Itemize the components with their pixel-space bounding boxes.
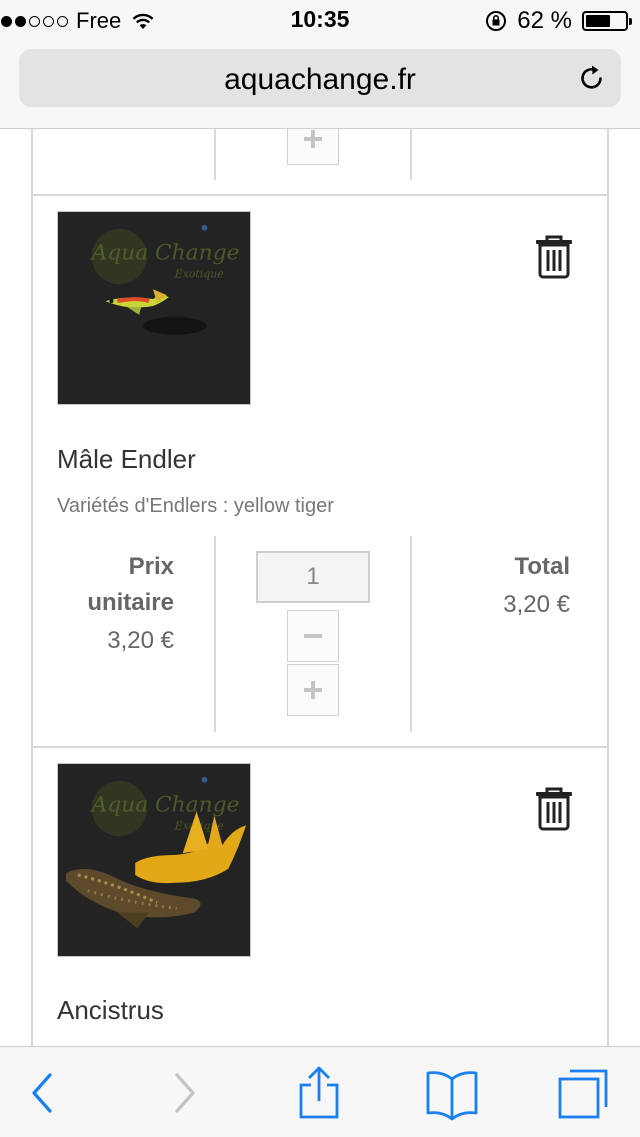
- back-icon: [32, 1073, 52, 1113]
- back-button[interactable]: [15, 1065, 71, 1121]
- product-name[interactable]: Mâle Endler: [57, 444, 196, 475]
- ancistrus-fish-image: Aqua Change Exotique: [58, 764, 250, 956]
- svg-text:Change: Change: [155, 241, 239, 266]
- increase-quantity-button[interactable]: [287, 664, 339, 716]
- watermark-text: Aqua: [90, 241, 149, 266]
- battery-percentage: 62 %: [517, 7, 572, 34]
- column-divider: [214, 129, 216, 180]
- prev-item-increase-button[interactable]: [287, 129, 339, 165]
- browser-address-area: aquachange.fr: [0, 40, 640, 129]
- column-divider: [410, 536, 412, 732]
- status-bar: Free 10:35 62 %: [0, 0, 640, 40]
- product-image-endler[interactable]: Aqua Change Exotique: [57, 211, 251, 405]
- url-text: aquachange.fr: [224, 63, 416, 96]
- svg-text:Exotique: Exotique: [174, 267, 224, 280]
- cart-border-right: [607, 129, 609, 1046]
- column-divider: [214, 536, 216, 732]
- tabs-button[interactable]: [556, 1065, 612, 1121]
- product-image-ancistrus[interactable]: Aqua Change Exotique: [57, 763, 251, 957]
- bookmarks-button[interactable]: [424, 1065, 480, 1121]
- address-bar[interactable]: aquachange.fr: [19, 49, 621, 107]
- cart-border-left: [31, 129, 33, 1046]
- battery-icon: [582, 11, 632, 31]
- bookmarks-icon: [426, 1071, 478, 1121]
- quantity-input[interactable]: 1: [256, 551, 370, 603]
- total-label: Total: [514, 553, 570, 580]
- forward-icon: [175, 1073, 195, 1113]
- forward-button[interactable]: [156, 1065, 212, 1121]
- total-value: 3,20 €: [503, 591, 570, 618]
- tabs-icon: [558, 1069, 608, 1119]
- share-icon: [299, 1066, 339, 1119]
- row-separator: [31, 746, 609, 748]
- endler-fish-image: Aqua Change Exotique: [58, 212, 250, 404]
- column-divider: [410, 129, 412, 180]
- plus-icon: [304, 681, 322, 699]
- orientation-lock-icon: [486, 11, 507, 31]
- trash-icon[interactable]: [534, 235, 574, 279]
- plus-icon: [304, 130, 322, 148]
- unit-price-value: 3,20 €: [107, 627, 174, 654]
- decrease-quantity-button[interactable]: [287, 610, 339, 662]
- minus-icon: [304, 634, 322, 638]
- product-name[interactable]: Ancistrus: [57, 995, 164, 1026]
- trash-icon[interactable]: [534, 787, 574, 831]
- row-separator: [31, 194, 609, 196]
- unit-price-label: Prix unitaire: [87, 553, 174, 616]
- svg-text:Aqua: Aqua: [90, 793, 149, 818]
- cart-content: Aqua Change Exotique Mâle Endler Variété…: [0, 129, 640, 1046]
- share-button[interactable]: [291, 1065, 347, 1121]
- browser-toolbar: [0, 1046, 640, 1137]
- reload-icon[interactable]: [577, 63, 607, 93]
- product-variant: Variétés d'Endlers : yellow tiger: [57, 495, 334, 517]
